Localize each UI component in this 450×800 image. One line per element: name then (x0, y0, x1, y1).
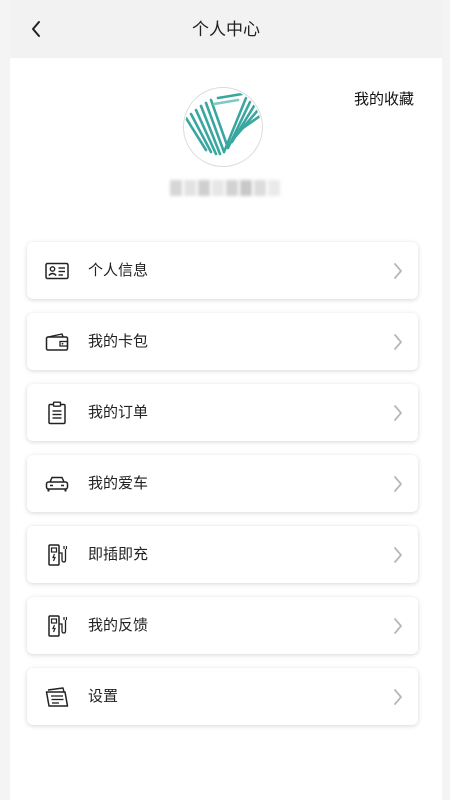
id-card-icon (44, 259, 70, 283)
blur-block (170, 180, 182, 196)
blur-block (254, 180, 266, 196)
page: 个人中心 我的收藏 个人信息 我的卡包 我的订单 我的爱车 即插即充 我的反馈 … (10, 0, 442, 800)
charging-station-icon (44, 543, 70, 567)
blur-block (240, 180, 252, 196)
avatar[interactable] (183, 87, 263, 167)
chevron-right-icon (394, 547, 402, 563)
menu-item-plug-and-charge[interactable]: 即插即充 (27, 526, 418, 583)
menu-item-settings[interactable]: 设置 (27, 668, 418, 725)
menu-item-card-wallet[interactable]: 我的卡包 (27, 313, 418, 370)
car-icon (44, 472, 70, 496)
wallet-icon (44, 330, 70, 354)
menu-item-label: 我的反馈 (88, 616, 149, 634)
page-title: 个人中心 (192, 20, 260, 40)
menu-item-label: 我的订单 (88, 403, 149, 421)
settings-card-icon (44, 685, 70, 709)
menu-list: 个人信息 我的卡包 我的订单 我的爱车 即插即充 我的反馈 设置 (27, 242, 418, 739)
chevron-right-icon (394, 405, 402, 421)
menu-item-personal-info[interactable]: 个人信息 (27, 242, 418, 299)
blur-block (198, 180, 210, 196)
chevron-right-icon (394, 263, 402, 279)
my-favorites-link[interactable]: 我的收藏 (354, 88, 414, 109)
menu-item-my-feedback[interactable]: 我的反馈 (27, 597, 418, 654)
username-redacted (170, 175, 290, 201)
logo-avatar-icon (185, 92, 261, 156)
menu-item-label: 个人信息 (88, 261, 149, 279)
blur-block (212, 180, 224, 196)
chevron-right-icon (394, 689, 402, 705)
clipboard-icon (44, 401, 70, 425)
chevron-right-icon (394, 476, 402, 492)
menu-item-label: 设置 (88, 687, 119, 705)
nav-bar: 个人中心 (10, 0, 442, 58)
menu-item-my-orders[interactable]: 我的订单 (27, 384, 418, 441)
chevron-right-icon (394, 334, 402, 350)
menu-item-my-car[interactable]: 我的爱车 (27, 455, 418, 512)
menu-item-label: 我的卡包 (88, 332, 149, 350)
menu-item-label: 我的爱车 (88, 474, 149, 492)
menu-item-label: 即插即充 (88, 545, 149, 563)
blur-block (184, 180, 196, 196)
chevron-right-icon (394, 618, 402, 634)
blur-block (268, 180, 280, 196)
blur-block (226, 180, 238, 196)
charging-station-icon (44, 614, 70, 638)
